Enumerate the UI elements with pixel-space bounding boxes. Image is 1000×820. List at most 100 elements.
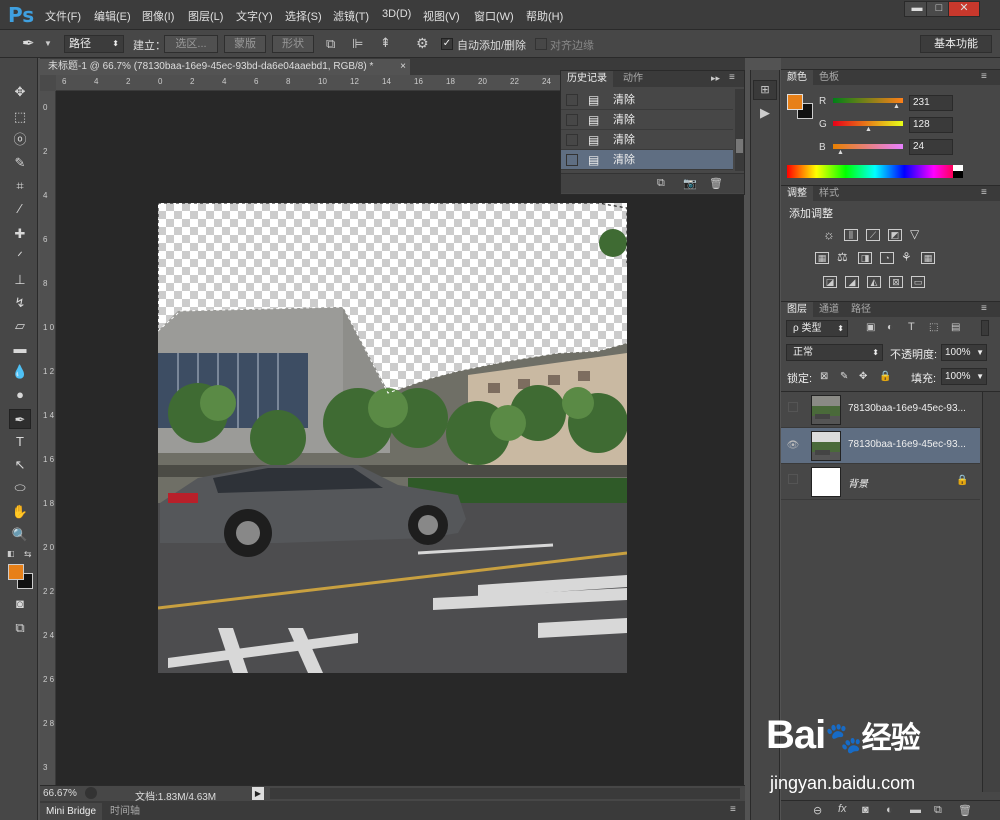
quick-mask-icon[interactable]: ◙ [9, 594, 31, 614]
tab-adjustments[interactable]: 调整 [781, 186, 813, 202]
black-white-icon[interactable]: ◨ [858, 252, 872, 264]
tab-layers[interactable]: 图层 [781, 302, 813, 318]
layer-row[interactable]: 78130baa-16e9-45ec-93... [781, 392, 980, 428]
path-operations-icon[interactable]: ⧉ [326, 36, 335, 52]
move-tool-icon[interactable]: ✥ [9, 82, 31, 102]
history-snapshot-checkbox[interactable] [566, 94, 578, 106]
posterize-icon[interactable]: ◢ [845, 276, 859, 288]
path-selection-tool-icon[interactable]: ↖ [9, 455, 31, 475]
menu-edit[interactable]: 编辑(E) [94, 8, 131, 24]
history-scrollbar[interactable] [735, 89, 744, 171]
document-tab[interactable]: 未标题-1 @ 66.7% (78130baa-16e9-45ec-93bd-d… [40, 59, 410, 75]
tab-styles[interactable]: 样式 [813, 186, 845, 202]
chevron-down-icon[interactable]: ▼ [44, 39, 52, 48]
lock-transparent-icon[interactable]: ⊠ [820, 371, 828, 382]
g-slider[interactable]: ▲ [833, 121, 903, 133]
camera-icon[interactable]: 📷 [683, 177, 697, 190]
panel-menu-icon[interactable]: ≡ [981, 187, 987, 198]
history-snapshot-checkbox[interactable] [566, 114, 578, 126]
menu-filter[interactable]: 滤镜(T) [333, 8, 369, 24]
mask-button[interactable]: 蒙版 [224, 35, 266, 53]
tab-color[interactable]: 颜色 [781, 70, 813, 86]
align-edges-checkbox[interactable] [535, 38, 547, 50]
new-document-from-state-icon[interactable]: ⧉ [657, 177, 665, 190]
add-mask-icon[interactable]: ◙ [862, 804, 869, 816]
marquee-tool-icon[interactable]: ⬚ [9, 107, 31, 127]
history-item-active[interactable]: ▤ 清除 [561, 150, 733, 170]
gradient-tool-icon[interactable]: ▬ [9, 339, 31, 359]
b-value-field[interactable]: 24 [909, 139, 953, 155]
trash-icon[interactable]: 🗑 [958, 804, 972, 817]
status-info-icon[interactable] [85, 787, 97, 799]
pen-tool-active-icon[interactable]: ✒ [9, 409, 31, 429]
eye-icon[interactable]: 👁 [785, 438, 801, 454]
history-snapshot-checkbox[interactable] [566, 154, 578, 166]
tab-actions[interactable]: 动作 [617, 71, 649, 87]
photo-filter-icon[interactable]: ◔ [880, 252, 894, 264]
menu-layer[interactable]: 图层(L) [188, 8, 223, 24]
menu-view[interactable]: 视图(V) [423, 8, 460, 24]
opacity-field[interactable]: 100% ▼ [941, 344, 987, 361]
selective-color-icon[interactable]: ▭ [911, 276, 925, 288]
filter-pixel-icon[interactable]: ▣ [866, 322, 875, 333]
auto-add-delete-checkbox[interactable]: ✓ [441, 38, 453, 50]
fx-icon[interactable]: fx [838, 803, 847, 815]
new-layer-icon[interactable]: ⧉ [934, 804, 942, 817]
threshold-icon[interactable]: ◭ [867, 276, 881, 288]
path-alignment-icon[interactable]: ⊫ [352, 36, 363, 52]
gradient-map-icon[interactable]: ⊠ [889, 276, 903, 288]
panel-menu-icon[interactable]: ≡ [981, 303, 987, 314]
layer-row-background[interactable]: 背景 🔒 [781, 464, 980, 500]
color-lookup-icon[interactable]: ▦ [921, 252, 935, 264]
default-colors-icon[interactable]: ◧ [7, 549, 15, 558]
hand-tool-icon[interactable]: ✋ [9, 502, 31, 522]
tab-timeline[interactable]: 时间轴 [104, 803, 146, 820]
black-swatch[interactable] [953, 171, 963, 178]
pen-tool-icon[interactable]: ✒ [22, 34, 35, 52]
document-canvas[interactable] [158, 203, 627, 673]
channel-mixer-icon[interactable]: ⚘ [901, 250, 912, 264]
panel-collapse-icon[interactable]: ▸▸ [711, 73, 720, 84]
close-button[interactable]: ✕ [948, 1, 980, 17]
layer-visibility-toggle[interactable] [785, 402, 801, 418]
foreground-color-swatch[interactable] [8, 564, 24, 580]
history-item[interactable]: ▤ 清除 [561, 90, 733, 110]
layer-visibility-toggle[interactable] [785, 474, 801, 490]
status-menu-arrow-icon[interactable]: ▶ [252, 787, 264, 800]
curves-icon[interactable]: ⟋ [866, 229, 880, 241]
exposure-icon[interactable]: ◩ [888, 229, 902, 241]
menu-type[interactable]: 文字(Y) [236, 8, 273, 24]
menu-help[interactable]: 帮助(H) [526, 8, 563, 24]
horizontal-scrollbar[interactable] [270, 788, 740, 799]
filter-toggle[interactable] [981, 320, 989, 336]
lock-all-icon[interactable]: 🔒 [879, 371, 891, 382]
layer-row-selected[interactable]: 👁 78130baa-16e9-45ec-93... [781, 428, 980, 464]
fill-field[interactable]: 100% ▼ [941, 368, 987, 385]
healing-brush-tool-icon[interactable]: ✚ [9, 224, 31, 244]
levels-icon[interactable]: ⫼ [844, 229, 858, 241]
dodge-tool-icon[interactable]: ● [9, 385, 31, 405]
r-value-field[interactable]: 231 [909, 95, 953, 111]
color-spectrum-bar[interactable] [787, 165, 963, 178]
ellipse-tool-icon[interactable]: ⬭ [9, 478, 31, 498]
b-slider[interactable]: ▲ [833, 144, 903, 156]
eraser-tool-icon[interactable]: ▱ [9, 316, 31, 336]
lock-image-icon[interactable]: ✎ [840, 371, 848, 382]
zoom-tool-icon[interactable]: 🔍 [9, 525, 31, 545]
crop-tool-icon[interactable]: ⌗ [9, 176, 31, 196]
swap-colors-icon[interactable]: ⇆ [24, 549, 32, 560]
workspace-button[interactable]: 基本功能 [920, 35, 992, 53]
hue-saturation-icon[interactable]: ▦ [815, 252, 829, 264]
lasso-tool-icon[interactable]: ⓞ [9, 130, 31, 150]
filter-adjustment-icon[interactable]: ◐ [887, 322, 893, 333]
vertical-ruler[interactable]: 0 2 4 6 8 1 0 1 2 1 4 1 6 1 8 2 0 2 2 2 … [40, 91, 56, 785]
history-panel-icon[interactable]: ⊞ [753, 80, 777, 100]
tab-paths[interactable]: 路径 [845, 302, 877, 318]
new-group-icon[interactable]: ▬ [910, 804, 921, 816]
blur-tool-icon[interactable]: 💧 [9, 362, 31, 382]
tab-channels[interactable]: 通道 [813, 302, 845, 318]
tab-history[interactable]: 历史记录 [561, 71, 613, 87]
history-snapshot-checkbox[interactable] [566, 134, 578, 146]
clone-stamp-tool-icon[interactable]: ⊥ [9, 270, 31, 290]
brush-tool-icon[interactable]: ᐟ [9, 247, 31, 267]
